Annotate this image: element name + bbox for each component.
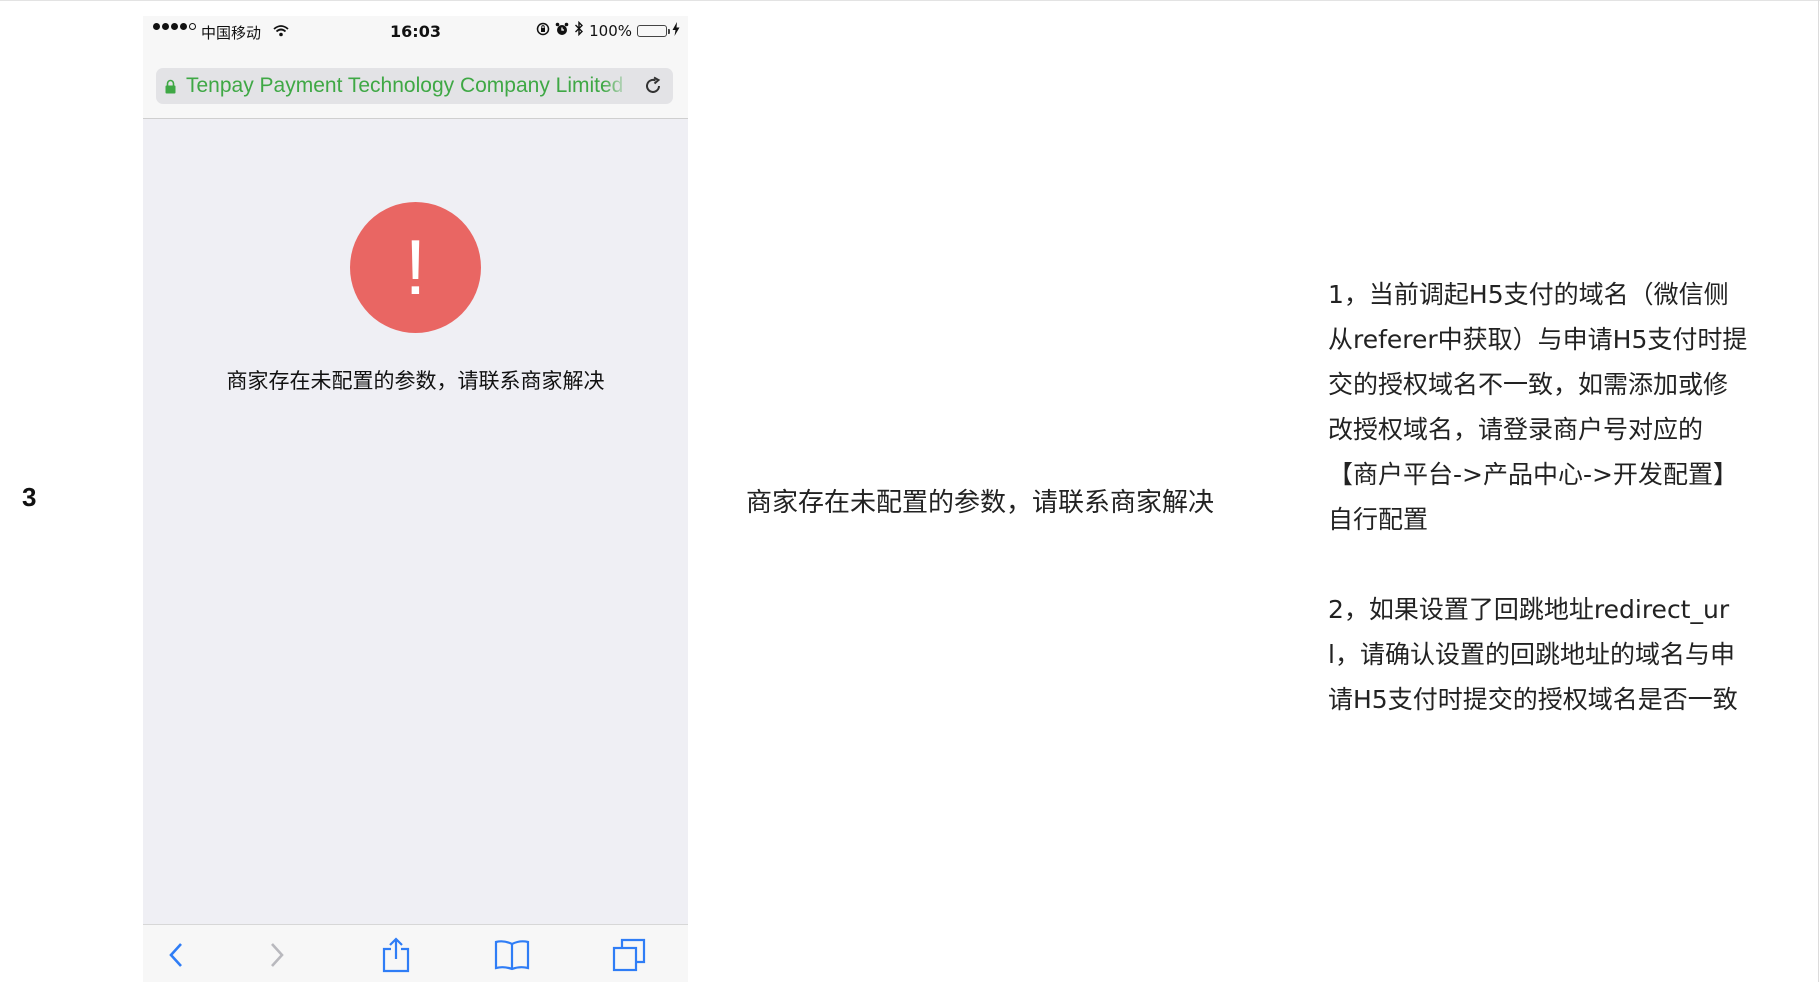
error-description: 商家存在未配置的参数，请联系商家解决: [746, 488, 1215, 518]
address-bar[interactable]: Tenpay Payment Technology Company Limite…: [156, 68, 673, 104]
charging-icon: [672, 21, 680, 40]
solution-line: 从referer中获取）与申请H5支付时提: [1328, 325, 1748, 354]
solution-item-1: 1，当前调起H5支付的域名（微信侧 从referer中获取）与申请H5支付时提 …: [1328, 272, 1812, 542]
solution-line: 自行配置: [1328, 505, 1429, 534]
solution-line: l，请确认设置的回跳地址的域名与申: [1328, 640, 1735, 669]
forward-icon[interactable]: [257, 937, 297, 973]
orientation-lock-icon: [536, 22, 550, 40]
tabs-icon[interactable]: [609, 937, 649, 973]
table-top-border: [0, 0, 1820, 1]
bluetooth-icon: [574, 20, 584, 40]
phone-screenshot: 中国移动 16:03 100% Tenpay Payment Technolog…: [143, 16, 688, 982]
solution-line: 【商户平台->产品中心->开发配置】: [1328, 460, 1738, 489]
error-message: 商家存在未配置的参数，请联系商家解决: [226, 369, 605, 393]
status-right-group: 100%: [536, 20, 680, 40]
back-icon[interactable]: [156, 937, 196, 973]
table-right-border: [1818, 0, 1819, 982]
status-bar: 中国移动 16:03 100%: [143, 16, 688, 48]
solution-line: 2，如果设置了回跳地址redirect_ur: [1328, 595, 1730, 624]
solution-line: 交的授权域名不一致，如需添加或修: [1328, 370, 1729, 399]
browser-toolbar: [143, 924, 688, 982]
solution-line: 请H5支付时提交的授权域名是否一致: [1328, 685, 1738, 714]
reload-icon[interactable]: [642, 75, 664, 101]
alarm-icon: [555, 22, 569, 40]
solution-line: 改授权域名，请登录商户号对应的: [1328, 415, 1704, 444]
battery-percent: 100%: [589, 21, 632, 40]
row-number: 3: [22, 482, 37, 512]
error-alert-icon: !: [350, 202, 481, 333]
share-icon[interactable]: [376, 937, 416, 973]
solution-item-2: 2，如果设置了回跳地址redirect_ur l，请确认设置的回跳地址的域名与申…: [1328, 587, 1812, 722]
address-bar-text: Tenpay Payment Technology Company Limite…: [186, 74, 624, 97]
solution-line: 1，当前调起H5支付的域名（微信侧: [1328, 280, 1729, 309]
browser-address-area: Tenpay Payment Technology Company Limite…: [143, 48, 688, 119]
solution-text: 1，当前调起H5支付的域名（微信侧 从referer中获取）与申请H5支付时提 …: [1328, 272, 1812, 722]
lock-icon: [165, 79, 176, 94]
battery-icon: [637, 24, 670, 37]
bookmarks-icon[interactable]: [492, 937, 532, 973]
